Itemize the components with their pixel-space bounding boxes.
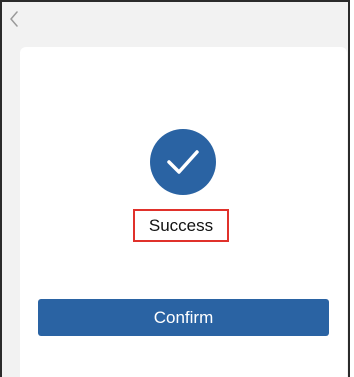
success-check-icon <box>150 129 216 195</box>
chevron-left-icon <box>10 11 18 27</box>
status-text: Success <box>148 215 214 235</box>
confirm-button[interactable]: Confirm <box>38 299 329 336</box>
app-screen: Success Confirm <box>0 0 350 377</box>
back-button[interactable] <box>6 8 22 30</box>
result-card: Success Confirm <box>20 47 347 377</box>
status-message: Success <box>133 209 229 242</box>
